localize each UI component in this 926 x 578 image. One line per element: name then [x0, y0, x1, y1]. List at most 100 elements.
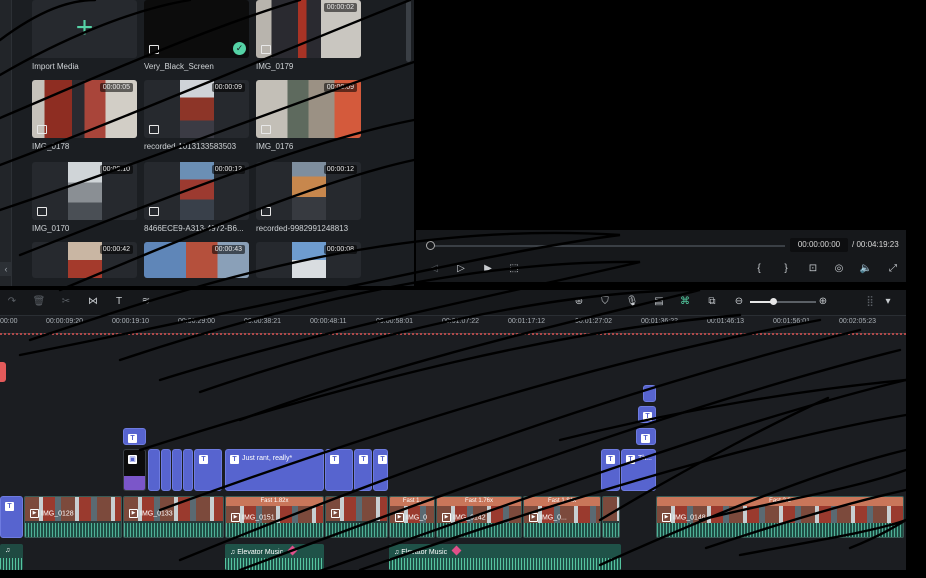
video-clip[interactable]: Fast 1.82x ▶ IMG_0151 — [225, 496, 324, 538]
media-item[interactable]: 00:00:10 IMG_0170 — [32, 162, 137, 233]
title-clip[interactable] — [172, 449, 182, 491]
media-item[interactable]: 00:00:42 — [32, 242, 137, 278]
title-clip[interactable]: T Just rant, really* — [225, 449, 324, 491]
stop-icon[interactable]: ⬚ — [507, 262, 521, 276]
media-item[interactable]: 00:00:43 — [144, 242, 249, 278]
image-icon — [149, 45, 159, 54]
title-clip[interactable]: T — [123, 428, 146, 445]
title-clip[interactable]: T — [373, 449, 388, 491]
media-item[interactable]: 00:00:05 IMG_0178 — [32, 80, 137, 151]
video-icon: ▶ — [331, 509, 340, 518]
marker-icon[interactable]: ⛉ — [597, 294, 613, 310]
title-clip[interactable]: T — [638, 406, 656, 423]
preview-scrubber-track[interactable] — [429, 245, 785, 247]
title-clip[interactable]: T Th... — [621, 449, 656, 491]
video-clip[interactable]: Fast 1.76x ▶ IMG_0142 — [436, 496, 522, 538]
title-clip[interactable]: T — [601, 449, 620, 491]
video-clip[interactable]: Fast 1. ▶ IMG_0 — [389, 496, 435, 538]
video-clip[interactable]: ▶ — [325, 496, 388, 538]
duration-badge: 00:00:09 — [323, 83, 357, 92]
video-icon: ▶ — [231, 513, 240, 522]
media-item[interactable]: 00:00:08 — [256, 242, 361, 278]
snapshot-icon[interactable]: ◎ — [832, 262, 846, 276]
mark-out-icon[interactable]: } — [779, 262, 793, 276]
video-clip[interactable]: Fast 2.8 ▶ IMG_0148 — [656, 496, 904, 538]
media-item[interactable]: 00:00:02 IMG_0179 — [256, 0, 361, 71]
redo-icon[interactable]: ↷ — [4, 294, 20, 310]
ruler-tick: 00:00:19:10 — [112, 318, 149, 325]
title-clip[interactable]: T — [325, 449, 353, 491]
video-clip[interactable]: ▶ IMG_0128 — [24, 496, 122, 538]
video-clip[interactable]: Fast 1.84x ▶ IMG_0... — [523, 496, 601, 538]
ruler-tick: 00:02:05:23 — [839, 318, 876, 325]
import-media-card[interactable]: + Import Media — [32, 0, 137, 71]
play-backward-icon[interactable]: ▷ — [454, 262, 468, 276]
text-icon: T — [378, 455, 387, 464]
media-item-label: IMG_0170 — [32, 224, 70, 233]
title-clip[interactable]: T — [354, 449, 372, 491]
grid-icon[interactable]: ⣿ — [862, 294, 878, 310]
media-item-label: IMG_0178 — [32, 142, 70, 151]
ruler-tick: 00:01:27:02 — [575, 318, 612, 325]
duration-badge: 00:00:42 — [99, 245, 133, 254]
video-clip[interactable]: ▶ IMG_0133 — [123, 496, 224, 538]
video-icon — [149, 207, 159, 216]
zoom-slider-handle[interactable] — [770, 298, 777, 305]
title-clip[interactable] — [148, 449, 160, 491]
microphone-icon[interactable]: 🎙 — [624, 294, 640, 310]
play-icon[interactable]: ▶ — [481, 262, 495, 276]
title-clip[interactable]: T — [0, 496, 23, 538]
media-item-label: IMG_0176 — [256, 142, 294, 151]
media-scrollbar[interactable] — [406, 0, 411, 62]
audio-split-icon[interactable]: ⋈ — [85, 294, 101, 310]
text-icon: T — [230, 455, 239, 464]
collapse-panel-button[interactable]: ‹ — [0, 262, 12, 276]
pip-icon[interactable]: ⧉ — [704, 294, 720, 310]
title-clip[interactable] — [183, 449, 193, 491]
display-icon[interactable]: ⊡ — [806, 262, 820, 276]
cut-icon[interactable]: ✂ — [58, 294, 74, 310]
title-clip[interactable] — [643, 385, 656, 402]
zoom-in-icon[interactable]: ⊕ — [815, 294, 831, 310]
ruler-tick: 00:01:36:23 — [641, 318, 678, 325]
video-icon: ▶ — [529, 513, 538, 522]
title-clip[interactable] — [161, 449, 171, 491]
media-item[interactable]: 00:00:12 recorded-9982991248813 — [256, 162, 361, 233]
title-clip[interactable]: T — [636, 428, 656, 445]
text-icon: T — [199, 455, 208, 464]
text-icon: T — [643, 412, 652, 421]
media-item-label: Very_Black_Screen — [144, 62, 214, 71]
snap-icon[interactable]: ⌘ — [677, 294, 693, 310]
image-clip[interactable]: ▣ — [123, 449, 146, 491]
text-icon: T — [128, 434, 137, 443]
zoom-out-icon[interactable]: ⊖ — [731, 294, 747, 310]
media-item[interactable]: 00:00:09 IMG_0176 — [256, 80, 361, 151]
audio-clip[interactable]: ♫ Elevator Music — [389, 544, 621, 570]
volume-icon[interactable]: 🔈 — [859, 262, 873, 276]
fullscreen-icon[interactable]: ⤢ — [886, 262, 900, 276]
audio-icon[interactable]: ≋ — [138, 294, 154, 310]
subtitle-icon[interactable]: ▤ — [651, 294, 667, 310]
text-icon[interactable]: T — [111, 294, 127, 310]
media-item[interactable]: 00:00:09 recorded-1013133583503 — [144, 80, 249, 151]
ruler-tick: 00:00:09:20 — [46, 318, 83, 325]
title-clip[interactable]: T — [194, 449, 222, 491]
premium-gem-icon — [287, 545, 298, 556]
delete-icon[interactable]: 🗑 — [31, 294, 47, 310]
preview-scrubber-handle[interactable] — [426, 241, 435, 250]
render-icon[interactable]: ⊛ — [571, 294, 587, 310]
previous-frame-icon[interactable]: ◁ — [427, 262, 441, 276]
ruler-tick: 00:01:46:13 — [707, 318, 744, 325]
ruler-tick: 00:01:17:12 — [508, 318, 545, 325]
text-icon: T — [5, 502, 14, 511]
video-icon: ▶ — [395, 513, 404, 522]
mark-in-icon[interactable]: { — [752, 262, 766, 276]
media-item[interactable]: 00:00:12 8466ECE9-A313-4972-B6... — [144, 162, 249, 233]
audio-clip[interactable]: ♫ Elevator Music — [225, 544, 324, 570]
chevron-down-icon[interactable]: ▾ — [880, 294, 896, 310]
playhead[interactable] — [0, 362, 6, 382]
ruler-tick: 00:00:38:21 — [244, 318, 281, 325]
media-item[interactable]: ✓ Very_Black_Screen — [144, 0, 249, 71]
video-clip[interactable] — [602, 496, 620, 538]
audio-clip[interactable]: ♫ — [0, 544, 23, 570]
